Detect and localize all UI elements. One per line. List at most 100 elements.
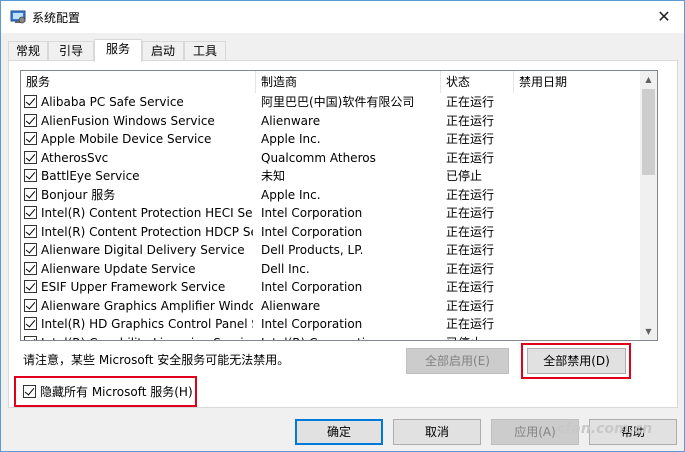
security-note: 请注意，某些 Microsoft 安全服务可能无法禁用。 [23, 353, 290, 367]
service-manufacturer: Dell Products, LP. [261, 243, 364, 257]
service-checkbox[interactable] [24, 169, 37, 182]
service-checkbox[interactable] [24, 150, 37, 164]
scroll-up-icon[interactable]: ▲ [640, 71, 657, 88]
tab-startup[interactable]: 启动 [142, 41, 184, 60]
watermark-logo: cfan.com.cn [557, 421, 679, 447]
table-row[interactable]: AtherosSvc Qualcomm Atheros 正在运行 [21, 149, 641, 168]
column-header-manufacturer[interactable]: 制造商 [256, 71, 441, 93]
table-row[interactable]: Intel(R) HD Graphics Control Panel S... I… [21, 315, 641, 334]
table-row[interactable]: Alibaba PC Safe Service 阿里巴巴(中国)软件有限公司 正在运… [21, 93, 641, 112]
service-disabled-date [519, 260, 639, 279]
service-name: Intel(R) Content Protection HECI Ser... [41, 206, 253, 220]
service-manufacturer: Qualcomm Atheros [261, 150, 376, 165]
service-manufacturer: Alienware [261, 113, 321, 128]
service-manufacturer: 未知 [261, 169, 286, 183]
service-name: Alibaba PC Safe Service [41, 95, 184, 109]
service-disabled-date [519, 112, 639, 131]
scroll-thumb[interactable] [642, 89, 655, 175]
service-name: BattlEye Service [41, 169, 140, 183]
cancel-button[interactable]: 取消 [393, 419, 481, 445]
service-checkbox[interactable] [24, 261, 37, 275]
service-disabled-date [519, 130, 639, 149]
service-status: 已停止 [446, 169, 483, 183]
services-list: 服务 制造商 状态 禁用日期 Alibaba PC Safe Service 阿里… [20, 70, 658, 341]
tab-tools[interactable]: 工具 [184, 41, 226, 60]
service-status: 正在运行 [446, 298, 495, 313]
service-checkbox[interactable] [24, 187, 37, 201]
tab-boot[interactable]: 引导 [48, 41, 94, 60]
service-status: 正在运行 [446, 95, 495, 109]
vertical-scrollbar[interactable]: ▲ ▼ [640, 71, 657, 340]
service-name: Alienware Digital Delivery Service [41, 243, 245, 257]
service-name: Intel(R) Capability Licensing Service ..… [41, 334, 253, 341]
tab-services[interactable]: 服务 [94, 39, 142, 62]
service-status: 正在运行 [446, 187, 495, 202]
table-row[interactable]: Alienware Graphics Amplifier Windo... Ali… [21, 297, 641, 316]
enable-all-button[interactable]: 全部启用(E) [406, 348, 509, 374]
watermark-text: cfan.com.cn [557, 421, 653, 437]
service-status: 正在运行 [446, 132, 495, 146]
service-status: 正在运行 [446, 261, 495, 276]
table-row[interactable]: BattlEye Service 未知 已停止 [21, 167, 641, 186]
service-disabled-date [519, 334, 639, 341]
window-title: 系统配置 [32, 11, 81, 25]
close-icon: ✕ [657, 7, 671, 26]
table-row[interactable]: Intel(R) Content Protection HECI Ser... I… [21, 204, 641, 223]
service-checkbox[interactable] [24, 317, 37, 330]
service-status: 正在运行 [446, 317, 495, 331]
service-name: Intel(R) Content Protection HDCP Se... [41, 224, 253, 239]
service-disabled-date [519, 204, 639, 223]
service-disabled-date [519, 278, 639, 297]
service-status: 正在运行 [446, 280, 495, 294]
service-checkbox[interactable] [24, 113, 37, 127]
table-row[interactable]: Bonjour 服务 Apple Inc. 正在运行 [21, 186, 641, 205]
table-row[interactable]: AlienFusion Windows Service Alienware 正在运行 [21, 112, 641, 131]
service-name: Alienware Update Service [41, 261, 196, 276]
service-manufacturer: Intel Corporation [261, 317, 363, 331]
column-header-service[interactable]: 服务 [21, 71, 256, 93]
service-disabled-date [519, 297, 639, 316]
service-disabled-date [519, 167, 639, 186]
close-button[interactable]: ✕ [651, 5, 677, 29]
table-row[interactable]: Apple Mobile Device Service Apple Inc. 正在运… [21, 130, 641, 149]
service-disabled-date [519, 149, 639, 168]
tab-general[interactable]: 常规 [8, 41, 48, 60]
ok-button[interactable]: 确定 [295, 419, 383, 445]
service-disabled-date [519, 93, 639, 112]
service-checkbox[interactable] [24, 280, 37, 293]
service-checkbox[interactable] [24, 243, 37, 256]
service-manufacturer: Intel Corporation [261, 206, 363, 220]
service-checkbox[interactable] [24, 224, 37, 238]
service-checkbox[interactable] [24, 132, 37, 145]
service-disabled-date [519, 186, 639, 205]
list-rows: Alibaba PC Safe Service 阿里巴巴(中国)软件有限公司 正在运… [21, 93, 641, 341]
service-status: 已停止 [446, 334, 511, 341]
service-name: AtherosSvc [41, 150, 109, 165]
service-checkbox[interactable] [24, 298, 37, 312]
service-manufacturer: Apple Inc. [261, 132, 321, 146]
column-header-disabled-date[interactable]: 禁用日期 [514, 71, 641, 93]
service-manufacturer: Intel(R) Corporation [261, 334, 439, 341]
table-row[interactable]: Alienware Digital Delivery Service Dell P… [21, 241, 641, 260]
service-disabled-date [519, 315, 639, 334]
table-row[interactable]: ESIF Upper Framework Service Intel Corpor… [21, 278, 641, 297]
table-row[interactable]: Intel(R) Content Protection HDCP Se... In… [21, 223, 641, 242]
service-name: Alienware Graphics Amplifier Windo... [41, 298, 253, 313]
service-name: Apple Mobile Device Service [41, 132, 212, 146]
service-status: 正在运行 [446, 150, 495, 165]
service-checkbox[interactable] [24, 95, 37, 108]
service-manufacturer: Intel Corporation [261, 280, 363, 294]
table-row[interactable]: Intel(R) Capability Licensing Service ..… [21, 334, 641, 341]
service-manufacturer: Dell Inc. [261, 261, 310, 276]
title-bar: 系统配置 ✕ [1, 1, 684, 33]
column-header-status[interactable]: 状态 [441, 71, 514, 93]
service-checkbox[interactable] [24, 335, 37, 340]
service-disabled-date [519, 223, 639, 242]
service-manufacturer: Apple Inc. [261, 187, 321, 202]
service-checkbox[interactable] [24, 206, 37, 219]
highlight-box-disable-all [521, 343, 631, 379]
system-config-icon [10, 10, 26, 24]
service-status: 正在运行 [446, 224, 495, 239]
scroll-down-icon[interactable]: ▼ [640, 323, 657, 340]
table-row[interactable]: Alienware Update Service Dell Inc. 正在运行 [21, 260, 641, 279]
